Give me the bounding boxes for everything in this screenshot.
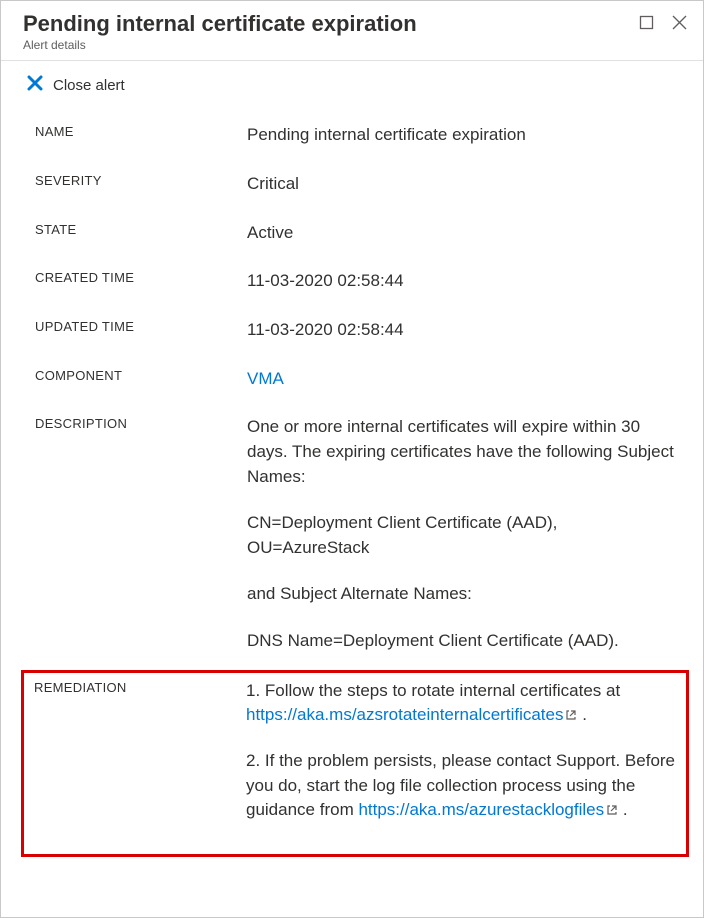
panel-header: Pending internal certificate expiration … xyxy=(1,1,703,61)
close-icon[interactable] xyxy=(672,15,687,30)
row-description: DESCRIPTION One or more internal certifi… xyxy=(35,403,675,665)
close-alert-button[interactable]: Close alert xyxy=(27,75,125,95)
remediation-step-2: 2. If the problem persists, please conta… xyxy=(246,749,676,824)
label-description: DESCRIPTION xyxy=(35,415,247,431)
close-alert-icon xyxy=(27,75,43,95)
remediation-step1-suffix: . xyxy=(577,705,586,724)
remediation-step1-link[interactable]: https://aka.ms/azsrotateinternalcertific… xyxy=(246,705,563,724)
description-p3: and Subject Alternate Names: xyxy=(247,582,675,607)
description-p2: CN=Deployment Client Certificate (AAD), … xyxy=(247,511,675,560)
label-remediation: REMEDIATION xyxy=(34,679,246,695)
value-created-time: 11-03-2020 02:58:44 xyxy=(247,269,675,294)
description-p4: DNS Name=Deployment Client Certificate (… xyxy=(247,629,675,654)
value-component-link[interactable]: VMA xyxy=(247,369,284,388)
label-updated-time: UPDATED TIME xyxy=(35,318,247,334)
label-created-time: CREATED TIME xyxy=(35,269,247,285)
label-component: COMPONENT xyxy=(35,367,247,383)
row-state: STATE Active xyxy=(35,209,675,258)
maximize-icon[interactable] xyxy=(639,15,654,30)
value-remediation: 1. Follow the steps to rotate internal c… xyxy=(246,679,676,824)
row-remediation: REMEDIATION 1. Follow the steps to rotat… xyxy=(34,679,676,836)
remediation-step-1: 1. Follow the steps to rotate internal c… xyxy=(246,679,676,729)
row-severity: SEVERITY Critical xyxy=(35,160,675,209)
panel-subtitle: Alert details xyxy=(23,38,639,52)
label-state: STATE xyxy=(35,221,247,237)
row-created-time: CREATED TIME 11-03-2020 02:58:44 xyxy=(35,257,675,306)
remediation-step2-suffix: . xyxy=(618,800,627,819)
value-severity: Critical xyxy=(247,172,675,197)
value-updated-time: 11-03-2020 02:58:44 xyxy=(247,318,675,343)
external-link-icon xyxy=(565,704,577,729)
remediation-step2-link[interactable]: https://aka.ms/azurestacklogfiles xyxy=(358,800,604,819)
row-name: NAME Pending internal certificate expira… xyxy=(35,111,675,160)
toolbar: Close alert xyxy=(1,61,703,103)
remediation-step1-text: 1. Follow the steps to rotate internal c… xyxy=(246,681,620,700)
value-name: Pending internal certificate expiration xyxy=(247,123,675,148)
details: NAME Pending internal certificate expira… xyxy=(1,103,703,877)
row-updated-time: UPDATED TIME 11-03-2020 02:58:44 xyxy=(35,306,675,355)
label-name: NAME xyxy=(35,123,247,139)
panel-title: Pending internal certificate expiration xyxy=(23,11,639,37)
value-description: One or more internal certificates will e… xyxy=(247,415,675,653)
alert-panel: Pending internal certificate expiration … xyxy=(0,0,704,918)
value-state: Active xyxy=(247,221,675,246)
close-alert-label: Close alert xyxy=(53,77,125,94)
row-component: COMPONENT VMA xyxy=(35,355,675,404)
header-icons xyxy=(639,11,687,30)
remediation-highlight: REMEDIATION 1. Follow the steps to rotat… xyxy=(21,670,689,857)
external-link-icon xyxy=(606,799,618,824)
header-titles: Pending internal certificate expiration … xyxy=(23,11,639,52)
description-p1: One or more internal certificates will e… xyxy=(247,415,675,489)
label-severity: SEVERITY xyxy=(35,172,247,188)
